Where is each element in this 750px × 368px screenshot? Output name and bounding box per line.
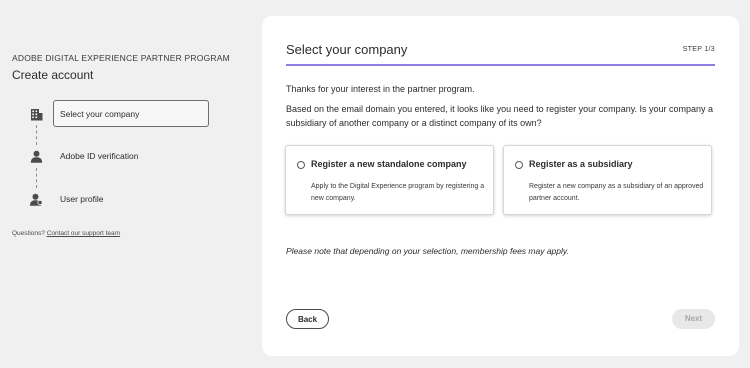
membership-fee-note: Please note that depending on your selec… <box>286 246 569 256</box>
questions-label: Questions? <box>12 230 45 237</box>
option-subsidiary[interactable]: Register as a subsidiary Register a new … <box>503 145 712 215</box>
step-adobe-id-verification: Adobe ID verification <box>60 151 139 161</box>
option-title: Register a new standalone company <box>311 159 467 169</box>
back-button[interactable]: Back <box>286 309 329 329</box>
user-icon <box>30 150 43 163</box>
page-title: Select your company <box>286 42 408 57</box>
building-icon <box>30 108 43 121</box>
support-prompt: Questions? Contact our support team <box>12 230 120 237</box>
option-title: Register as a subsidiary <box>529 159 633 169</box>
user-profile-icon <box>30 193 43 206</box>
radio-button[interactable] <box>297 161 305 169</box>
program-title: ADOBE DIGITAL EXPERIENCE PARTNER PROGRAM <box>12 53 230 63</box>
sidebar: ADOBE DIGITAL EXPERIENCE PARTNER PROGRAM… <box>0 0 260 368</box>
intro-text: Thanks for your interest in the partner … <box>286 84 475 94</box>
step-indicator: STEP 1/3 <box>682 46 715 53</box>
create-account-heading: Create account <box>12 68 94 82</box>
step-user-profile: User profile <box>60 194 104 204</box>
step-connector <box>36 125 37 145</box>
option-standalone-company[interactable]: Register a new standalone company Apply … <box>285 145 494 215</box>
option-description: Register a new company as a subsidiary o… <box>529 183 704 202</box>
step-connector <box>36 168 37 188</box>
description-text: Based on the email domain you entered, i… <box>286 104 714 128</box>
next-button[interactable]: Next <box>672 309 715 329</box>
option-description: Apply to the Digital Experience program … <box>311 183 485 202</box>
support-link[interactable]: Contact our support team <box>47 230 120 237</box>
radio-button[interactable] <box>515 161 523 169</box>
main-card: Select your company STEP 1/3 Thanks for … <box>262 16 739 356</box>
title-divider <box>286 64 715 66</box>
step-select-company[interactable]: Select your company <box>60 109 139 119</box>
